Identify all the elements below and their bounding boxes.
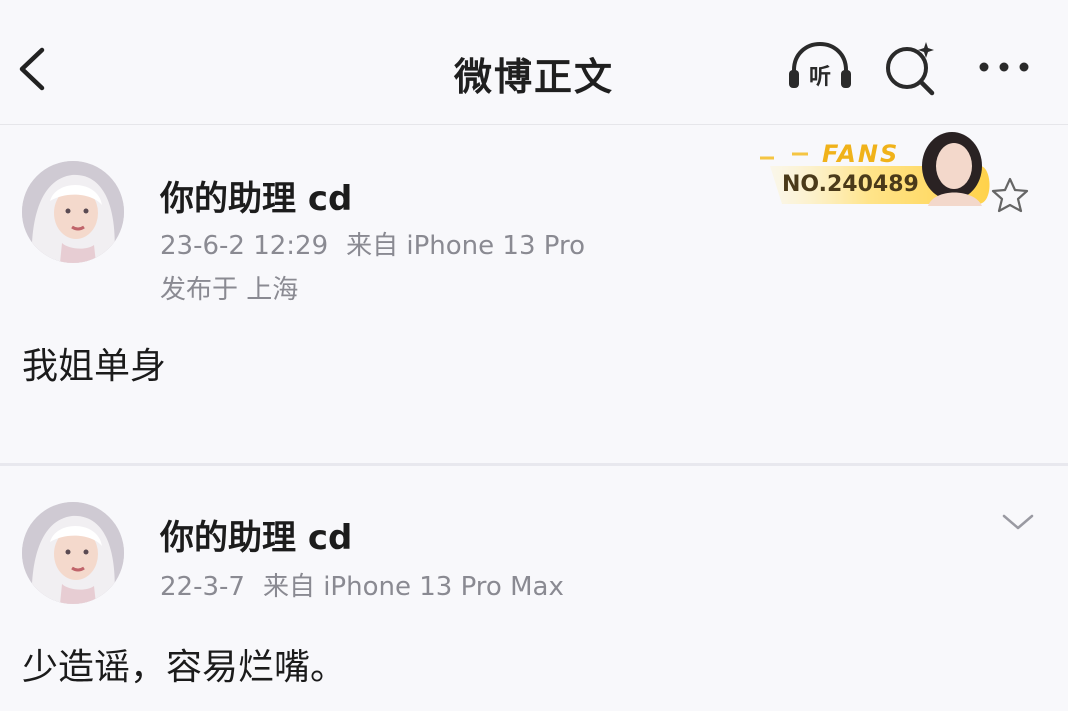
fans-label: FANS [822,140,900,168]
username[interactable]: 你的助理 cd [160,510,352,559]
more-options-button[interactable] [974,52,1034,82]
listen-button[interactable]: 听 [786,40,854,96]
post-meta: 22-3-7 来自 iPhone 13 Pro Max [160,566,564,603]
post-content: 我姐单身 [22,346,167,387]
post-date: 23-6-2 12:29 [160,231,329,261]
avatar[interactable] [22,502,124,604]
listen-label: 听 [808,65,831,90]
chevron-down-icon [1002,514,1034,530]
avatar-image [22,161,124,263]
post-card: 你的助理 cd 22-3-7 来自 iPhone 13 Pro Max 少造谣，容… [0,466,1068,711]
favorite-button[interactable] [990,176,1030,214]
fans-badge[interactable]: FANS NO.240489 [756,126,996,208]
star-icon [991,177,1029,213]
top-navigation-bar: 微博正文 听 [0,0,1068,125]
avatar-image [22,502,124,604]
post-source: 来自 iPhone 13 Pro Max [262,572,564,602]
search-icon [886,42,935,96]
fans-number: NO.240489 [782,172,919,197]
post-meta: 23-6-2 12:29 来自 iPhone 13 Pro [160,225,585,262]
avatar[interactable] [22,161,124,263]
more-icon [979,62,1029,72]
post-content: 少造谣，容易烂嘴。 [22,647,347,688]
post-options-button[interactable] [1000,510,1036,534]
post-location: 发布于 上海 [160,275,299,305]
username[interactable]: 你的助理 cd [160,171,352,220]
search-button[interactable] [882,38,940,96]
post-source: 来自 iPhone 13 Pro [346,231,586,261]
post-date: 22-3-7 [160,572,245,602]
